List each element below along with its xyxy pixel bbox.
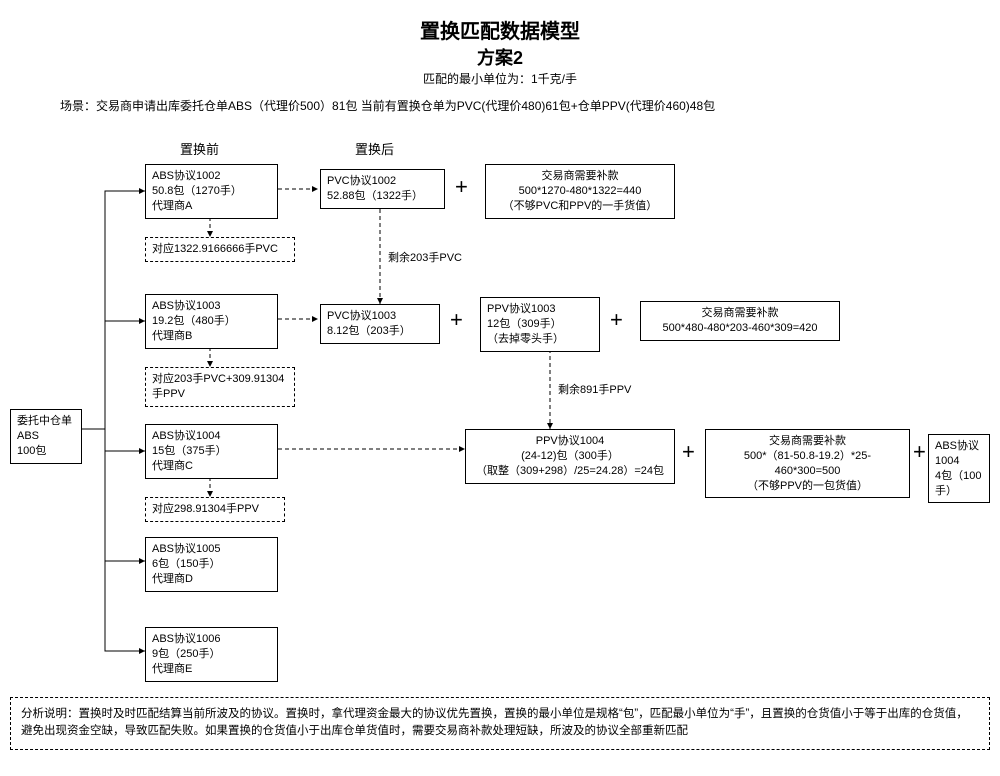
- analysis-note: 分析说明：置换时及时匹配结算当前所波及的协议。置换时，拿代理资金最大的协议优先置…: [10, 697, 990, 750]
- r3e-l2: 4包（100手）: [935, 470, 981, 497]
- r3e-l1: ABS协议1004: [935, 440, 979, 467]
- row3-before: ABS协议1004 15包（375手） 代理商C: [145, 424, 278, 479]
- r1bn: 对应1322.9166666手PVC: [152, 243, 278, 255]
- r3b-l2: 15包（375手）: [152, 445, 227, 457]
- plus-icon: +: [913, 439, 926, 465]
- r2p-l1: 交易商需要补款: [702, 307, 779, 319]
- r2b-l3: 代理商B: [152, 330, 192, 342]
- unit-line: 匹配的最小单位为：1千克/手: [10, 70, 990, 87]
- r3aB-l2: (24-12)包（300手）: [521, 450, 619, 462]
- source-l2: 100包: [17, 445, 46, 457]
- r2aB-l3: （去掉零头手）: [487, 333, 564, 345]
- r3b-l1: ABS协议1004: [152, 430, 220, 442]
- page-subtitle: 方案2: [10, 44, 990, 70]
- row1-flownote: 剩余203手PVC: [388, 249, 462, 265]
- r3b-l3: 代理商C: [152, 460, 193, 472]
- row2-afterB: PPV协议1003 12包（309手） （去掉零头手）: [480, 297, 600, 352]
- col-header-before: 置换前: [180, 139, 219, 158]
- r1b-l1: ABS协议1002: [152, 170, 220, 182]
- plus-icon: +: [450, 307, 463, 333]
- r3bn: 对应298.91304手PPV: [152, 503, 259, 515]
- r1p-l2: 500*1270-480*1322=440: [519, 185, 642, 197]
- row3-pay: 交易商需要补款 500*（81-50.8-19.2）*25-460*300=50…: [705, 429, 910, 498]
- r3aB-l3: （取整（309+298）/25=24.28）=24包: [476, 465, 664, 477]
- r3p-l1: 交易商需要补款: [769, 435, 846, 447]
- row1-before-note: 对应1322.9166666手PVC: [145, 237, 295, 262]
- r3aB-l1: PPV协议1004: [536, 435, 604, 447]
- r4b-l1: ABS协议1005: [152, 543, 220, 555]
- row5-before: ABS协议1006 9包（250手） 代理商E: [145, 627, 278, 682]
- r2bn: 对应203手PVC+309.91304手PPV: [152, 373, 284, 400]
- row2-afterA: PVC协议1003 8.12包（203手）: [320, 304, 440, 344]
- flow-diagram: 置换前 置换后 委托中仓单ABS 100包 ABS协议1002 50.8包（12…: [10, 129, 990, 689]
- r1p-l3: （不够PVC和PPV的一手货值）: [503, 200, 658, 212]
- col-header-after: 置换后: [355, 139, 394, 158]
- r4b-l3: 代理商D: [152, 573, 193, 585]
- r4b-l2: 6包（150手）: [152, 558, 220, 570]
- row2-before-note: 对应203手PVC+309.91304手PPV: [145, 367, 295, 407]
- r2aA-l1: PVC协议1003: [327, 310, 396, 322]
- plus-icon: +: [455, 174, 468, 200]
- row1-pay: 交易商需要补款 500*1270-480*1322=440 （不够PVC和PPV…: [485, 164, 675, 219]
- source-l1: 委托中仓单ABS: [17, 415, 72, 442]
- r3p-l3: （不够PPV的一包货值）: [747, 480, 868, 492]
- row2-before: ABS协议1003 19.2包（480手） 代理商B: [145, 294, 278, 349]
- r5b-l1: ABS协议1006: [152, 633, 220, 645]
- row3-afterB: PPV协议1004 (24-12)包（300手） （取整（309+298）/25…: [465, 429, 675, 484]
- plus-icon: +: [610, 307, 623, 333]
- r1b-l2: 50.8包（1270手）: [152, 185, 242, 197]
- row3-before-note: 对应298.91304手PPV: [145, 497, 285, 522]
- r3p-l2: 500*（81-50.8-19.2）*25-460*300=500: [744, 450, 871, 477]
- page-title: 置换匹配数据模型: [10, 15, 990, 44]
- r1p-l1: 交易商需要补款: [542, 170, 619, 182]
- row1-after: PVC协议1002 52.88包（1322手）: [320, 169, 445, 209]
- r2aA-l2: 8.12包（203手）: [327, 325, 411, 337]
- r2b-l1: ABS协议1003: [152, 300, 220, 312]
- row2-pay: 交易商需要补款 500*480-480*203-460*309=420: [640, 301, 840, 341]
- row3-extra: ABS协议1004 4包（100手）: [928, 434, 990, 503]
- r1a-l1: PVC协议1002: [327, 175, 396, 187]
- row1-before: ABS协议1002 50.8包（1270手） 代理商A: [145, 164, 278, 219]
- scenario-text: 场景：交易商申请出库委托仓单ABS（代理价500）81包 当前有置换仓单为PVC…: [60, 97, 990, 114]
- r2p-l2: 500*480-480*203-460*309=420: [662, 322, 817, 334]
- r5b-l2: 9包（250手）: [152, 648, 220, 660]
- r2aB-l1: PPV协议1003: [487, 303, 555, 315]
- r2aB-l2: 12包（309手）: [487, 318, 562, 330]
- row2-flownote: 剩余891手PPV: [558, 381, 631, 397]
- r1a-l2: 52.88包（1322手）: [327, 190, 423, 202]
- plus-icon: +: [682, 439, 695, 465]
- r2b-l2: 19.2包（480手）: [152, 315, 236, 327]
- r1b-l3: 代理商A: [152, 200, 192, 212]
- r5b-l3: 代理商E: [152, 663, 192, 675]
- source-box: 委托中仓单ABS 100包: [10, 409, 82, 464]
- row4-before: ABS协议1005 6包（150手） 代理商D: [145, 537, 278, 592]
